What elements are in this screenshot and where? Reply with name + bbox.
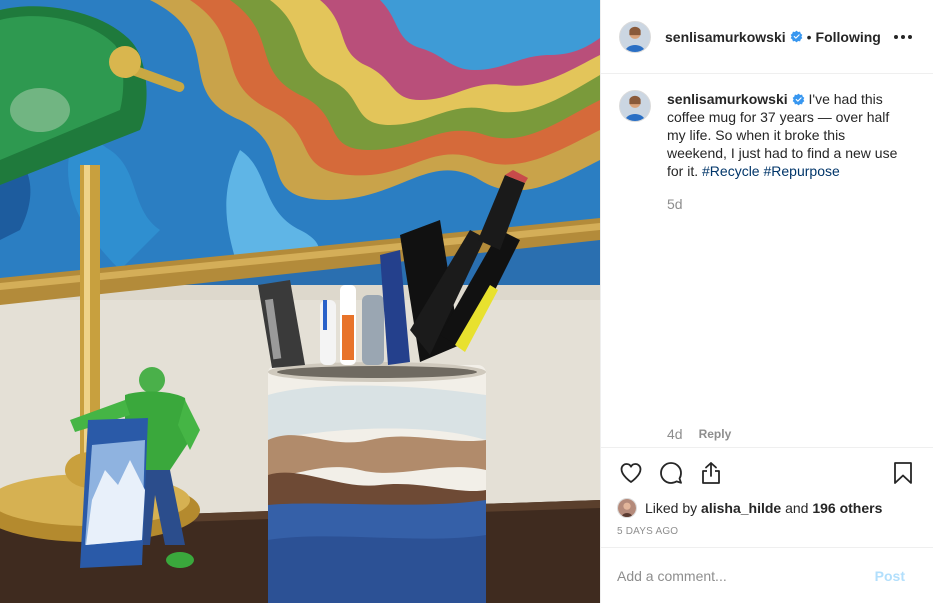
header-user-info: senlisamurkowski • Following <box>665 29 881 45</box>
comment-timestamp: 4d <box>667 426 683 442</box>
liked-by-prefix: Liked by <box>645 500 698 516</box>
caption-avatar[interactable] <box>619 90 651 122</box>
post-header: senlisamurkowski • Following <box>601 0 933 74</box>
add-comment-section: Post <box>601 547 933 603</box>
post-photo[interactable] <box>0 0 600 603</box>
heart-icon[interactable] <box>617 459 645 487</box>
following-button[interactable]: Following <box>816 29 881 45</box>
action-icons <box>617 448 917 498</box>
instagram-post: senlisamurkowski • Following senlisamurk… <box>0 0 933 603</box>
post-image <box>0 0 600 603</box>
post-actions: Liked by alisha_hilde and 196 others 5 D… <box>601 447 933 547</box>
likes-count-link[interactable]: 196 others <box>812 500 882 516</box>
liked-by-conjunction: and <box>785 500 809 516</box>
reply-button[interactable]: Reply <box>699 427 732 441</box>
avatar-image <box>620 91 650 121</box>
post-side-panel: senlisamurkowski • Following senlisamurk… <box>600 0 933 603</box>
caption-username[interactable]: senlisamurkowski <box>667 91 788 107</box>
post-comment-button[interactable]: Post <box>875 568 905 584</box>
comments-section: senlisamurkowski I've had this coffee mu… <box>601 74 933 447</box>
post-date: 5 DAYS AGO <box>617 526 679 537</box>
liker-username[interactable]: alisha_hilde <box>701 500 781 516</box>
share-icon[interactable] <box>697 459 725 487</box>
bookmark-icon[interactable] <box>889 459 917 487</box>
caption-body: senlisamurkowski I've had this coffee mu… <box>667 90 903 180</box>
author-avatar[interactable] <box>619 20 651 53</box>
caption: senlisamurkowski I've had this coffee mu… <box>619 90 915 180</box>
likes-summary: Liked by alisha_hilde and 196 others <box>617 498 917 518</box>
more-options-icon[interactable] <box>891 25 915 49</box>
comment-icon[interactable] <box>657 459 685 487</box>
verified-badge-icon <box>792 93 804 106</box>
header-username[interactable]: senlisamurkowski <box>665 29 786 45</box>
header-separator: • <box>806 28 812 45</box>
verified-badge-icon <box>790 30 802 43</box>
comment-meta-row: 4d Reply <box>667 426 731 442</box>
comment-input[interactable] <box>617 567 875 584</box>
caption-timestamp: 5d <box>667 196 683 212</box>
hashtag-recycle[interactable]: #Recycle <box>702 163 760 179</box>
avatar-image <box>618 499 636 517</box>
avatar-image <box>620 21 650 52</box>
liker-avatar[interactable] <box>617 498 637 518</box>
hashtag-repurpose[interactable]: #Repurpose <box>764 163 840 179</box>
